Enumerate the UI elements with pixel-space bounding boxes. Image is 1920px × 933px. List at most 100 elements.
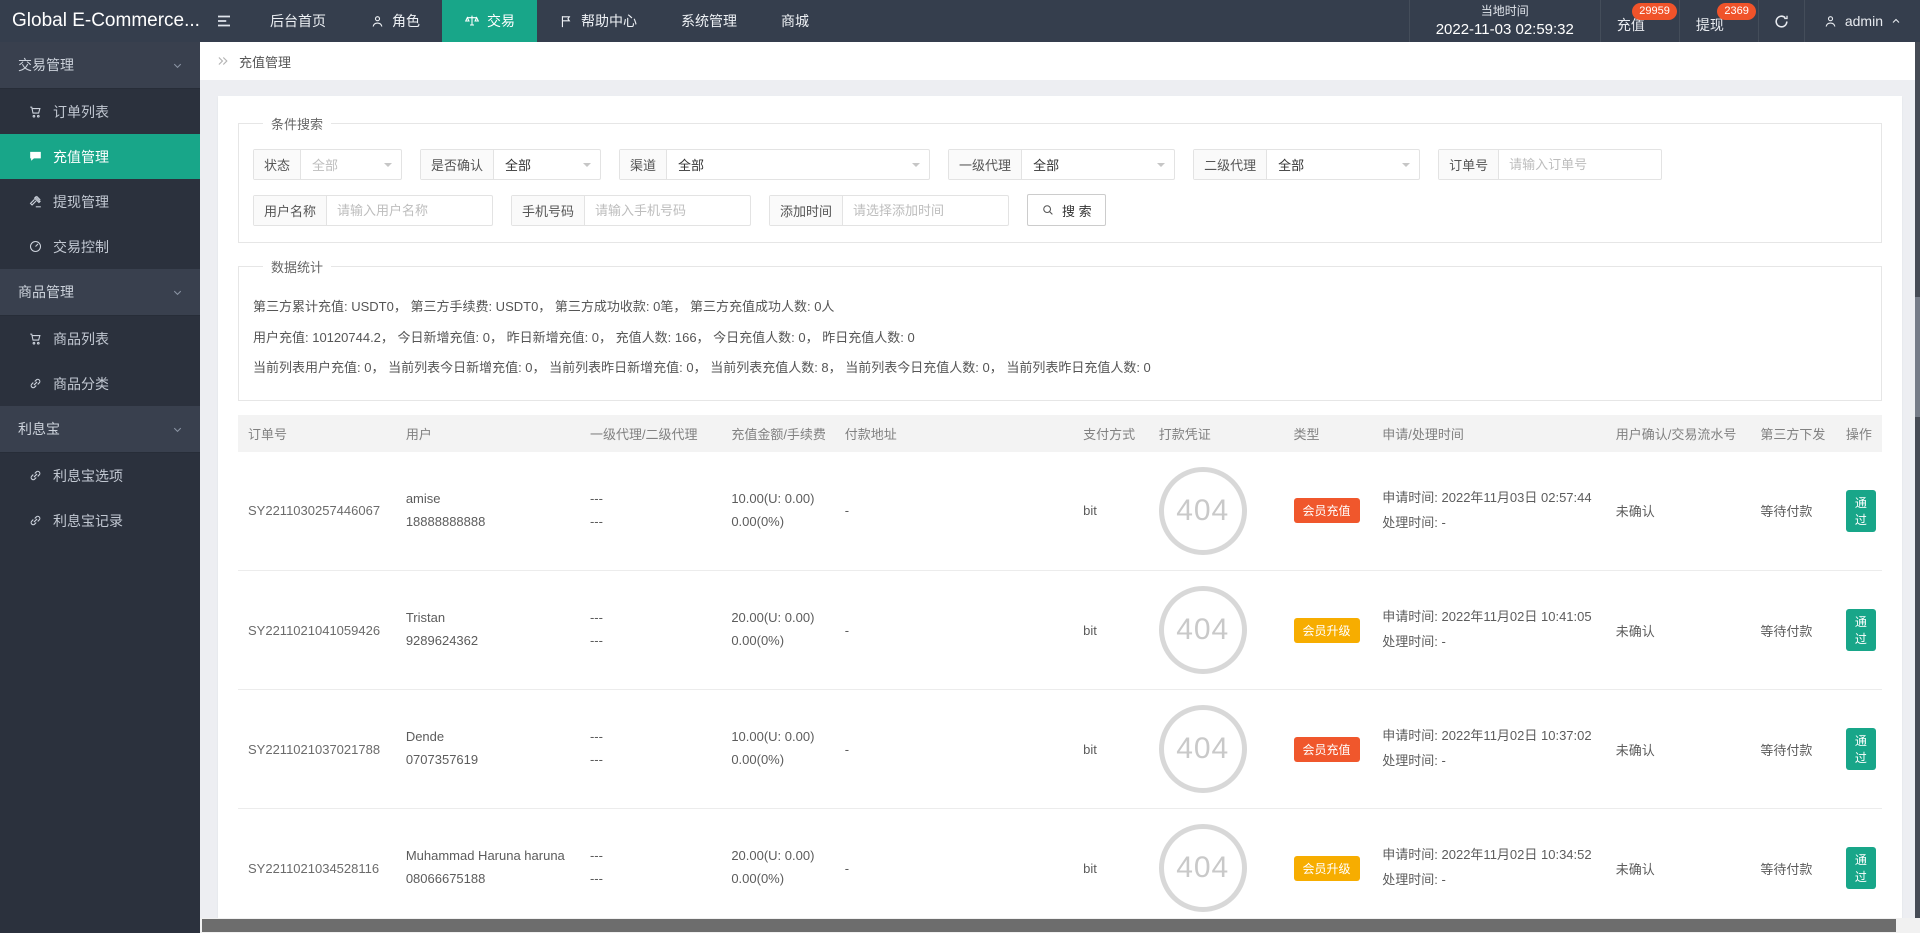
approve-button[interactable]: 通过	[1846, 490, 1876, 532]
order-no-cell: SY2211021041059426	[238, 571, 396, 690]
pay-method-cell: bit	[1073, 571, 1149, 690]
col-action: 操作	[1836, 415, 1882, 452]
agent2-select[interactable]: 全部	[1267, 150, 1419, 179]
username-input[interactable]	[327, 196, 492, 225]
gauge-icon	[28, 239, 43, 254]
sidebar-toggle-button[interactable]	[200, 0, 248, 42]
username-filter: 用户名称	[253, 195, 493, 226]
voucher-cell: 404	[1149, 571, 1284, 690]
stats-line-third-party: 第三方累计充值: USDT0， 第三方手续费: USDT0， 第三方成功收款: …	[253, 292, 1867, 323]
add-time-label: 添加时间	[770, 196, 843, 225]
recharge-card: 条件搜索 状态 全部 是否确认 全部	[218, 96, 1902, 933]
approve-button[interactable]: 通过	[1846, 609, 1876, 651]
withdraw-count-badge: 2369	[1717, 3, 1755, 20]
approve-button[interactable]: 通过	[1846, 728, 1876, 770]
sidebar: 交易管理 订单列表 充值管理 提现管理 交易控制 商品管理	[0, 42, 200, 933]
sidebar-item-withdraw-mgmt[interactable]: 提现管理	[0, 179, 200, 224]
search-legend: 条件搜索	[263, 114, 331, 133]
breadcrumb-current: 充值管理	[239, 52, 291, 71]
sidebar-item-lixibao-options[interactable]: 利息宝选项	[0, 453, 200, 498]
cart-icon	[28, 331, 43, 346]
nav-item-system[interactable]: 系统管理	[659, 0, 759, 42]
voucher-cell: 404	[1149, 690, 1284, 809]
sidebar-group-trade[interactable]: 交易管理	[0, 42, 200, 89]
voucher-404-image[interactable]: 404	[1159, 705, 1247, 793]
filter-row-2: 用户名称 手机号码 添加时间 搜 索	[253, 194, 1867, 226]
stats-fieldset: 数据统计 第三方累计充值: USDT0， 第三方手续费: USDT0， 第三方成…	[238, 257, 1882, 401]
voucher-cell: 404	[1149, 809, 1284, 928]
order-no-cell: SY2211021034528116	[238, 809, 396, 928]
third-party-cell: 等待付款	[1750, 809, 1835, 928]
approve-button[interactable]: 通过	[1846, 847, 1876, 889]
recharge-count-badge: 29959	[1632, 3, 1677, 20]
stats-line-user-recharge: 用户充值: 10120744.2， 今日新增充值: 0， 昨日新增充值: 0， …	[253, 323, 1867, 354]
vertical-scrollbar[interactable]	[1915, 42, 1920, 933]
col-type: 类型	[1284, 415, 1373, 452]
confirm-select[interactable]: 全部	[494, 150, 600, 179]
search-button[interactable]: 搜 索	[1027, 194, 1106, 226]
horizontal-scrollbar-thumb[interactable]	[202, 919, 1896, 932]
table-row: SY2211021034528116 Muhammad Haruna harun…	[238, 809, 1882, 928]
sidebar-group-lixibao[interactable]: 利息宝	[0, 406, 200, 453]
type-cell: 会员升级	[1284, 809, 1373, 928]
status-select[interactable]: 全部	[301, 150, 401, 179]
cart-icon	[28, 104, 43, 119]
recharge-table: 订单号 用户 一级代理/二级代理 充值金额/手续费 付款地址 支付方式 打款凭证…	[238, 415, 1882, 933]
order-no-filter: 订单号	[1438, 149, 1662, 180]
order-no-input[interactable]	[1499, 150, 1661, 179]
vertical-scrollbar-thumb[interactable]	[1915, 297, 1920, 417]
add-time-input[interactable]	[843, 196, 1008, 225]
sidebar-group-goods[interactable]: 商品管理	[0, 269, 200, 316]
nav-item-trade[interactable]: 交易	[442, 0, 537, 42]
pay-address-cell: -	[835, 690, 1073, 809]
pay-address-cell: -	[835, 571, 1073, 690]
horizontal-scrollbar[interactable]	[200, 918, 1920, 933]
confirm-filter: 是否确认 全部	[420, 149, 601, 180]
main-area: 充值管理 条件搜索 状态 全部 是否确认	[200, 42, 1920, 933]
agents-cell: --- ---	[580, 690, 721, 809]
agent1-select[interactable]: 全部	[1022, 150, 1174, 179]
sidebar-item-goods-category[interactable]: 商品分类	[0, 361, 200, 406]
sidebar-item-trade-control[interactable]: 交易控制	[0, 224, 200, 269]
nav-item-mall[interactable]: 商城	[759, 0, 831, 42]
link-icon	[28, 376, 43, 391]
breadcrumb: 充值管理	[200, 42, 1920, 80]
voucher-404-image[interactable]: 404	[1159, 824, 1247, 912]
search-icon	[1041, 203, 1055, 217]
channel-label: 渠道	[620, 150, 667, 179]
sidebar-item-recharge-mgmt[interactable]: 充值管理	[0, 134, 200, 179]
voucher-404-image[interactable]: 404	[1159, 467, 1247, 555]
nav-item-roles[interactable]: 角色	[348, 0, 442, 42]
nav-withdraw-stat[interactable]: 提现 2369	[1680, 0, 1759, 42]
sidebar-item-order-list[interactable]: 订单列表	[0, 89, 200, 134]
pay-method-cell: bit	[1073, 809, 1149, 928]
nav-recharge-stat[interactable]: 充值 29959	[1601, 0, 1680, 42]
nav-item-dashboard[interactable]: 后台首页	[248, 0, 348, 42]
channel-select[interactable]: 全部	[667, 150, 929, 179]
agents-cell: --- ---	[580, 571, 721, 690]
order-no-label: 订单号	[1439, 150, 1499, 179]
apply-time-cell: 申请时间: 2022年11月02日 10:37:02 处理时间: -	[1372, 690, 1605, 809]
caret-down-icon	[1402, 163, 1410, 171]
apply-time-cell: 申请时间: 2022年11月02日 10:34:52 处理时间: -	[1372, 809, 1605, 928]
stats-legend: 数据统计	[263, 257, 331, 276]
agent1-filter: 一级代理 全部	[948, 149, 1175, 180]
phone-input[interactable]	[585, 196, 750, 225]
refresh-button[interactable]	[1759, 0, 1805, 42]
sidebar-item-goods-list[interactable]: 商品列表	[0, 316, 200, 361]
user-menu[interactable]: admin	[1805, 0, 1920, 42]
table-row: SY2211021041059426 Tristan 9289624362 --…	[238, 571, 1882, 690]
nav-item-help-center[interactable]: 帮助中心	[537, 0, 659, 42]
voucher-cell: 404	[1149, 452, 1284, 571]
type-cell: 会员充值	[1284, 452, 1373, 571]
third-party-cell: 等待付款	[1750, 452, 1835, 571]
amount-cell: 10.00(U: 0.00) 0.00(0%)	[721, 452, 834, 571]
sidebar-item-lixibao-records[interactable]: 利息宝记录	[0, 498, 200, 543]
col-third-party: 第三方下发	[1750, 415, 1835, 452]
col-pay-method: 支付方式	[1073, 415, 1149, 452]
comment-icon	[28, 149, 43, 164]
type-badge: 会员充值	[1294, 737, 1360, 762]
voucher-404-image[interactable]: 404	[1159, 586, 1247, 674]
order-no-cell: SY2211030257446067	[238, 452, 396, 571]
link-icon	[28, 468, 43, 483]
